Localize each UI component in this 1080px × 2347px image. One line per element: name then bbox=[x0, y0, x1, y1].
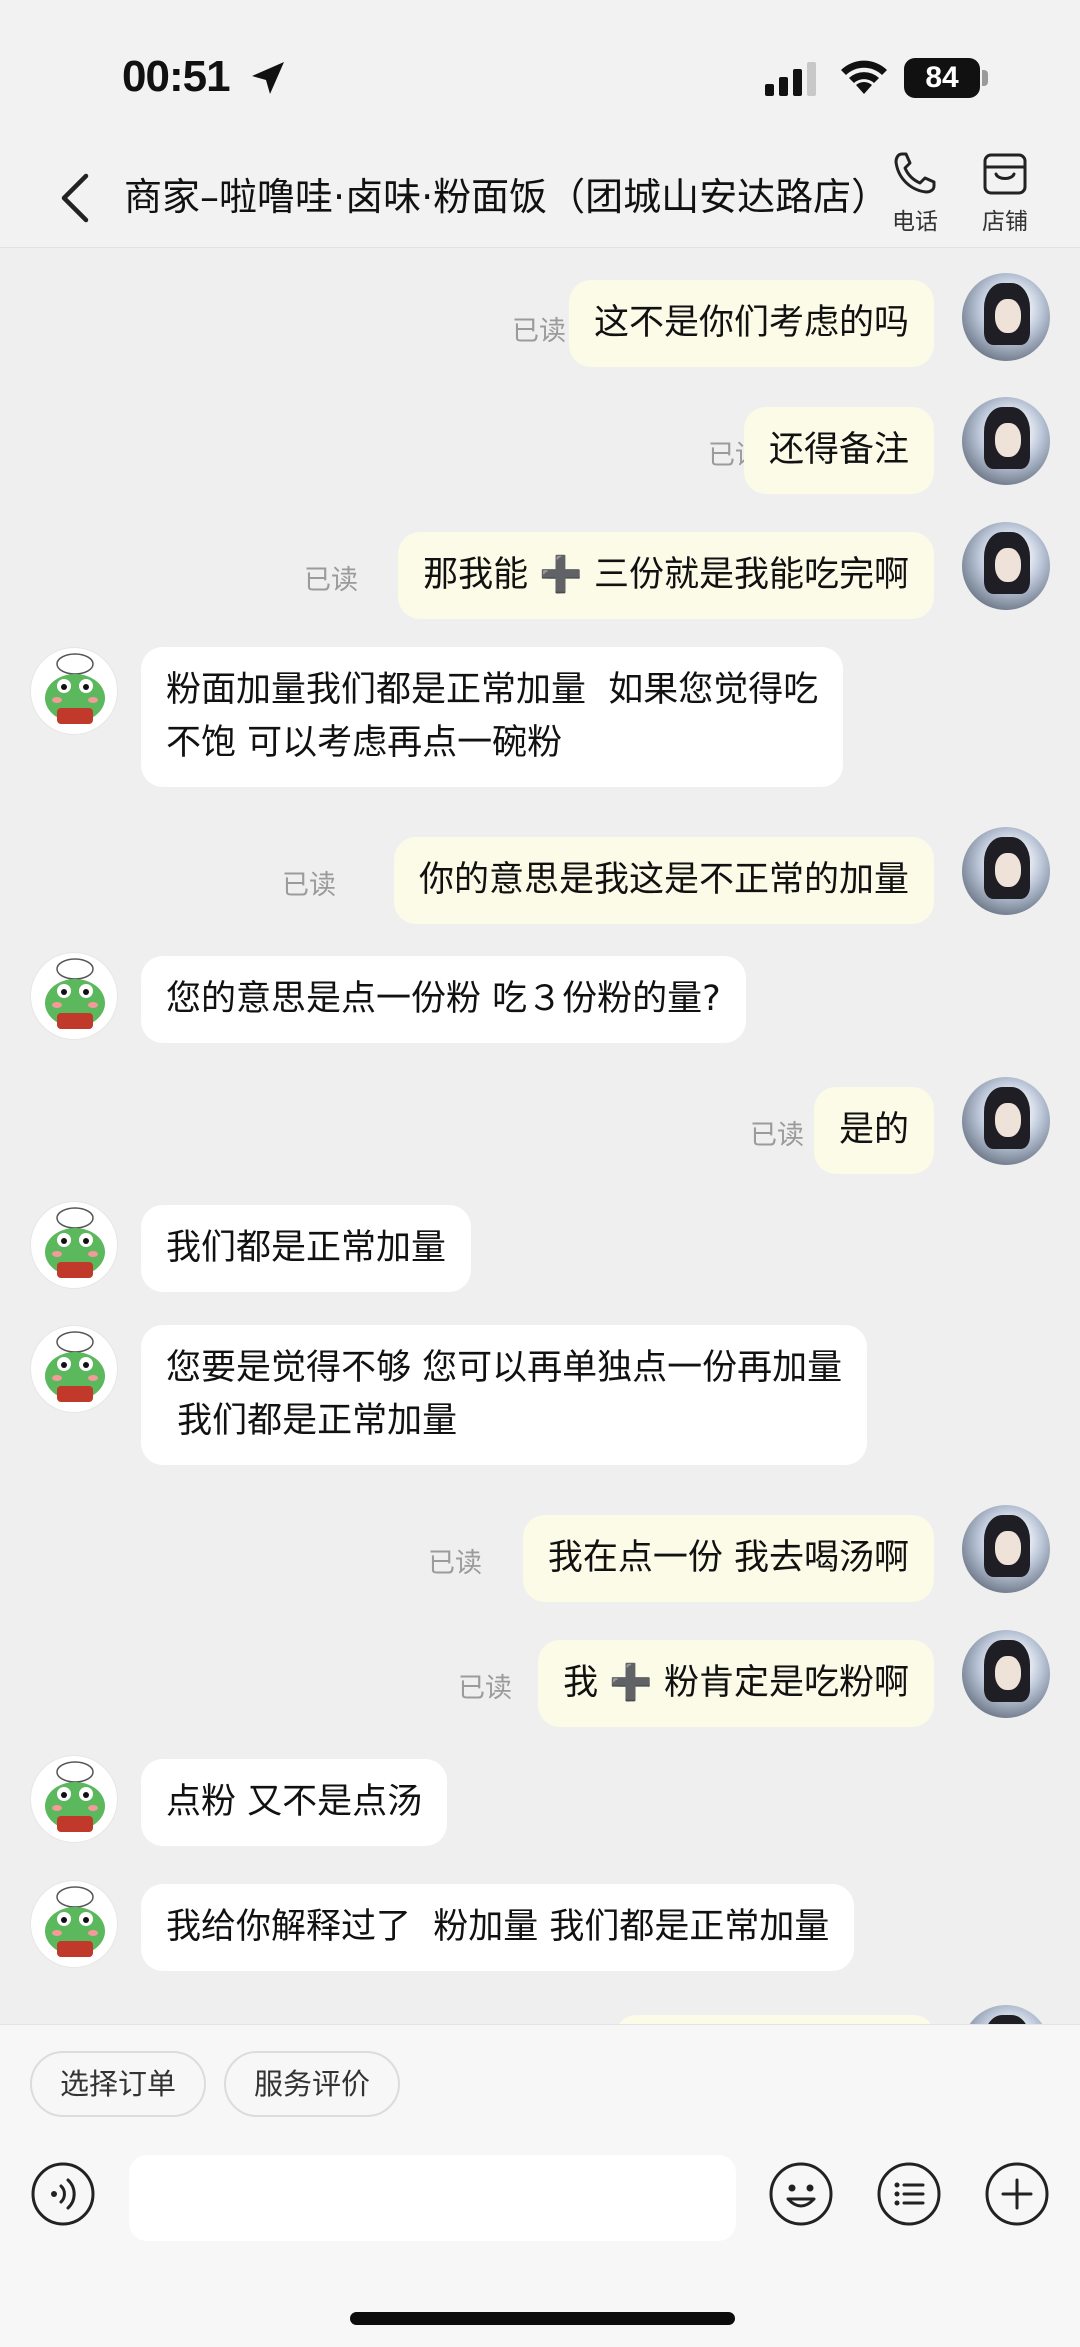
user-avatar[interactable] bbox=[962, 2005, 1050, 2024]
shop-button[interactable]: 店铺 bbox=[960, 146, 1050, 242]
message-row: 已读 我 ➕ 粉肯定是吃粉啊 bbox=[0, 1630, 1080, 1728]
shop-avatar[interactable] bbox=[30, 1325, 118, 1413]
emoji-icon[interactable] bbox=[768, 2161, 834, 2227]
message-row: 已读 你的意思是我这是不正常的加量 bbox=[0, 827, 1080, 925]
select-order-chip[interactable]: 选择订单 bbox=[30, 2051, 207, 2117]
user-avatar[interactable] bbox=[962, 273, 1050, 361]
read-status: 已读 bbox=[304, 565, 358, 596]
read-status: 已读 bbox=[750, 1120, 804, 1151]
phone-label: 电话 bbox=[892, 209, 938, 235]
shop-avatar[interactable] bbox=[30, 647, 118, 735]
message-row: 已读 那我能 ➕ 三份就是我能吃完啊 bbox=[0, 522, 1080, 620]
frog-mascot-icon bbox=[45, 1761, 105, 1832]
list-icon[interactable] bbox=[876, 2161, 942, 2227]
message-bubble-received[interactable]: 点粉 又不是点汤 bbox=[141, 1759, 448, 1846]
message-bubble-sent[interactable]: 这不是你们考虑的吗 bbox=[568, 280, 934, 367]
message-row: 我们都是正常加量 bbox=[0, 1201, 1080, 1299]
shop-avatar[interactable] bbox=[30, 952, 118, 1040]
message-bubble-sent[interactable]: 还得备注 bbox=[743, 407, 934, 494]
message-row: 您的意思是点一份粉 吃３份粉的量? bbox=[0, 952, 1080, 1050]
shop-avatar[interactable] bbox=[30, 1755, 118, 1843]
shop-avatar[interactable] bbox=[30, 1880, 118, 1968]
frog-mascot-icon bbox=[45, 1207, 105, 1278]
phone-icon bbox=[894, 152, 936, 194]
chevron-left-icon[interactable] bbox=[56, 170, 96, 226]
user-avatar[interactable] bbox=[962, 522, 1050, 610]
message-bubble-sent[interactable]: 我在点一份 我去喝汤啊 bbox=[522, 1515, 934, 1602]
plus-icon[interactable] bbox=[984, 2161, 1050, 2227]
chat-input-bar: 选择订单 服务评价 bbox=[0, 2024, 1080, 2347]
voice-icon[interactable] bbox=[30, 2161, 96, 2227]
shop-avatar[interactable] bbox=[30, 1201, 118, 1289]
message-row: 已读 我在点一份 我去喝汤啊 bbox=[0, 1505, 1080, 1603]
message-bubble-sent[interactable]: 那我能 ➕ 三份就是我能吃完啊 bbox=[398, 532, 934, 619]
message-bubble-received[interactable]: 我们都是正常加量 bbox=[141, 1205, 472, 1292]
message-bubble-sent[interactable] bbox=[616, 2015, 934, 2024]
message-row: 点粉 又不是点汤 bbox=[0, 1755, 1080, 1853]
user-avatar[interactable] bbox=[962, 1505, 1050, 1593]
user-avatar[interactable] bbox=[962, 1630, 1050, 1718]
read-status: 已读 bbox=[282, 870, 336, 901]
frog-mascot-icon bbox=[45, 1886, 105, 1957]
read-status: 已读 bbox=[428, 1548, 482, 1579]
frog-mascot-icon bbox=[45, 1331, 105, 1402]
chat-title: 商家–啦噜哇·卤味·粉面饭（团城山安达路店） bbox=[124, 175, 890, 219]
phone-button[interactable]: 电话 bbox=[870, 146, 960, 242]
user-avatar[interactable] bbox=[962, 827, 1050, 915]
message-row: 粉面加量我们都是正常加量 如果您觉得吃 不饱 可以考虑再点一碗粉 bbox=[0, 647, 1080, 787]
user-avatar[interactable] bbox=[962, 1077, 1050, 1165]
message-bubble-sent[interactable]: 是的 bbox=[813, 1087, 934, 1174]
service-review-chip[interactable]: 服务评价 bbox=[224, 2051, 401, 2117]
status-time: 00:51 bbox=[122, 52, 231, 101]
location-arrow-icon bbox=[252, 62, 284, 94]
frog-mascot-icon bbox=[45, 653, 105, 724]
message-list[interactable]: 已读 这不是你们考虑的吗 已读 还得备注 已读 那我能 ➕ 三份就是我能吃完啊 … bbox=[0, 249, 1080, 2024]
message-bubble-received[interactable]: 您的意思是点一份粉 吃３份粉的量? bbox=[141, 956, 746, 1043]
message-input[interactable] bbox=[129, 2155, 736, 2241]
shop-icon bbox=[983, 153, 1027, 195]
message-bubble-sent[interactable]: 你的意思是我这是不正常的加量 bbox=[393, 837, 934, 924]
message-row: 已读 是的 bbox=[0, 1077, 1080, 1175]
message-row-partial bbox=[0, 2005, 1080, 2024]
message-bubble-received[interactable]: 您要是觉得不够 您可以再单独点一份再加量 我们都是正常加量 bbox=[141, 1325, 868, 1465]
home-indicator[interactable] bbox=[350, 2312, 735, 2325]
message-row: 已读 这不是你们考虑的吗 bbox=[0, 273, 1080, 371]
message-bubble-sent[interactable]: 我 ➕ 粉肯定是吃粉啊 bbox=[538, 1640, 934, 1727]
chat-header: 商家–啦噜哇·卤味·粉面饭（团城山安达路店） 电话 店铺 bbox=[0, 140, 1080, 248]
read-status: 已读 bbox=[512, 316, 566, 347]
message-row: 您要是觉得不够 您可以再单独点一份再加量 我们都是正常加量 bbox=[0, 1325, 1080, 1465]
cellular-signal-icon bbox=[765, 62, 816, 96]
battery-level: 84 bbox=[904, 58, 980, 98]
message-bubble-received[interactable]: 粉面加量我们都是正常加量 如果您觉得吃 不饱 可以考虑再点一碗粉 bbox=[141, 647, 844, 787]
user-avatar[interactable] bbox=[962, 397, 1050, 485]
battery-cap bbox=[982, 70, 988, 86]
wifi-icon bbox=[841, 60, 887, 94]
shop-label: 店铺 bbox=[982, 209, 1028, 235]
message-row: 我给你解释过了 粉加量 我们都是正常加量 bbox=[0, 1880, 1080, 1978]
frog-mascot-icon bbox=[45, 958, 105, 1029]
message-row: 已读 还得备注 bbox=[0, 397, 1080, 495]
message-bubble-received[interactable]: 我给你解释过了 粉加量 我们都是正常加量 bbox=[141, 1884, 855, 1971]
status-bar: 00:51 84 bbox=[0, 0, 1080, 140]
read-status: 已读 bbox=[458, 1673, 512, 1704]
